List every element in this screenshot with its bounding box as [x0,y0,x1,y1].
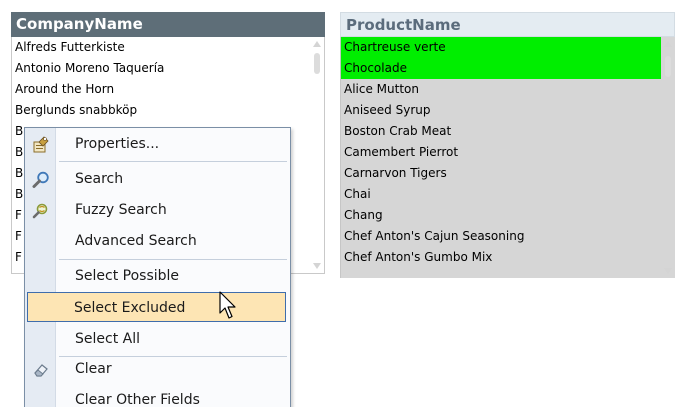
product-name-list: Chartreuse verte Chocolade Alice Mutton … [340,37,675,278]
menu-label: Select Excluded [74,300,186,316]
scroll-up-arrow-icon[interactable] [313,41,321,47]
company-row[interactable]: Antonio Moreno Taquería [12,58,310,79]
menu-item-search[interactable]: Search [25,164,290,194]
menu-item-clear[interactable]: Clear [25,354,290,384]
menu-item-select-all[interactable]: Select All [25,324,290,354]
scroll-down-arrow-icon[interactable] [313,263,321,269]
menu-item-fuzzy-search[interactable]: Fuzzy Search [25,195,290,225]
menu-separator [59,161,287,162]
product-row-excluded[interactable]: Boston Crab Meat [341,121,661,142]
company-name-header[interactable]: CompanyName [11,12,325,37]
menu-item-select-possible[interactable]: Select Possible [25,261,290,291]
scroll-up-arrow-icon[interactable] [664,41,672,47]
menu-label: Clear Other Fields [75,392,200,407]
company-row[interactable]: Alfreds Futterkiste [12,37,310,58]
product-scrollbar[interactable] [661,37,675,278]
search-icon [32,171,49,188]
menu-item-advanced-search[interactable]: Advanced Search [25,226,290,256]
menu-label: Clear [75,361,112,377]
menu-label: Fuzzy Search [75,202,167,218]
product-name-listbox[interactable]: ProductName Chartreuse verte Chocolade A… [340,12,675,278]
scroll-thumb[interactable] [665,56,671,77]
menu-label: Search [75,171,124,187]
product-row-excluded[interactable]: Chef Anton's Cajun Seasoning [341,226,661,247]
menu-label: Properties... [75,136,160,152]
menu-item-clear-other-fields[interactable]: Clear Other Fields [25,385,290,407]
product-row-possible[interactable]: Chocolade [341,58,661,79]
product-row-excluded[interactable]: Chai [341,184,661,205]
menu-label: Advanced Search [75,233,197,249]
mouse-pointer-icon [219,291,236,319]
context-menu: Properties... Search Fuzzy Search Advanc… [24,127,291,407]
product-row-excluded[interactable]: Aniseed Syrup [341,100,661,121]
menu-item-properties[interactable]: Properties... [25,129,290,159]
menu-separator [59,259,287,260]
scroll-thumb[interactable] [314,53,320,74]
menu-item-select-excluded[interactable]: Select Excluded [27,292,286,322]
scroll-down-arrow-icon[interactable] [664,268,672,274]
properties-icon [32,136,49,153]
product-name-header[interactable]: ProductName [340,12,675,37]
product-row-excluded[interactable]: Chef Anton's Gumbo Mix [341,247,661,268]
product-row-excluded[interactable]: Camembert Pierrot [341,142,661,163]
product-row-possible[interactable]: Chartreuse verte [341,37,661,58]
menu-label: Select All [75,331,140,347]
company-row[interactable]: Around the Horn [12,79,310,100]
fuzzy-search-icon [32,202,49,219]
company-row[interactable]: Berglunds snabbköp [12,100,310,121]
eraser-icon [32,361,49,378]
product-row-excluded[interactable]: Alice Mutton [341,79,661,100]
menu-label: Select Possible [75,268,180,284]
company-scrollbar[interactable] [310,37,324,273]
product-row-excluded[interactable]: Carnarvon Tigers [341,163,661,184]
product-row-excluded[interactable]: Chang [341,205,661,226]
